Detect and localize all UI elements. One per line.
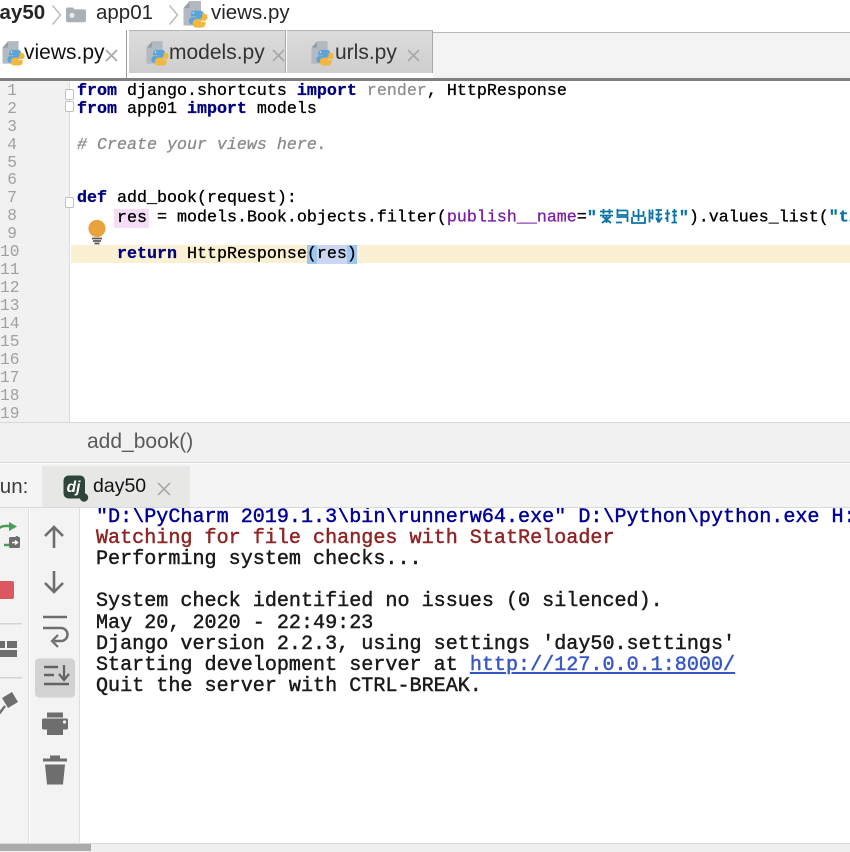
svg-text:dj: dj [67,479,81,496]
